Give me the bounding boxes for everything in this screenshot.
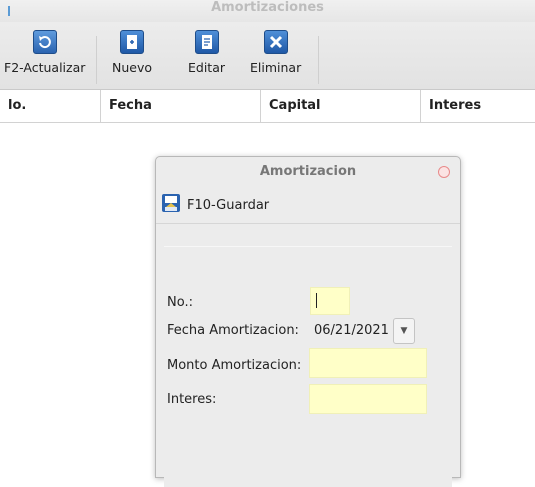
column-header-capital[interactable]: Capital	[261, 90, 421, 122]
new-button[interactable]: Nuevo	[112, 30, 152, 75]
edit-document-icon	[194, 30, 219, 54]
column-header-no[interactable]: lo.	[0, 90, 101, 122]
amount-label: Monto Amortizacion:	[167, 358, 302, 373]
main-toolbar: F2-Actualizar Nuevo Editar Eliminar	[0, 22, 535, 90]
column-header-date[interactable]: Fecha	[101, 90, 261, 122]
refresh-button[interactable]: F2-Actualizar	[4, 30, 85, 75]
toolbar-separator	[96, 36, 97, 84]
delete-button-label: Eliminar	[250, 60, 302, 75]
save-button[interactable]: F10-Guardar	[161, 193, 269, 217]
dialog-title: Amortizacion	[259, 164, 357, 179]
delete-icon	[263, 30, 288, 54]
amortization-dialog: Amortizacion F10-Guardar No.: Fecha Amor…	[155, 156, 461, 487]
no-label: No.:	[167, 295, 193, 310]
window-title-bar: Amortizaciones	[0, 0, 535, 22]
dialog-form: No.: Fecha Amortizacion: 06/21/2021 ▼ Mo…	[164, 246, 452, 487]
delete-button[interactable]: Eliminar	[250, 30, 301, 75]
interest-input[interactable]	[309, 384, 427, 414]
refresh-button-label: F2-Actualizar	[4, 60, 86, 75]
date-value: 06/21/2021	[314, 323, 389, 338]
close-icon[interactable]	[438, 166, 450, 178]
save-icon	[161, 193, 181, 217]
dialog-toolbar: F10-Guardar	[156, 187, 460, 224]
interest-label: Interes:	[167, 392, 217, 407]
refresh-icon	[32, 30, 57, 54]
amount-input[interactable]	[309, 348, 427, 378]
new-document-icon	[120, 30, 144, 54]
save-button-label: F10-Guardar	[187, 197, 270, 213]
toolbar-separator	[318, 36, 319, 84]
edit-button-label: Editar	[188, 60, 226, 75]
chevron-down-icon[interactable]: ▼	[392, 317, 415, 344]
edit-button[interactable]: Editar	[188, 30, 225, 75]
no-input[interactable]	[310, 287, 350, 315]
text-cursor	[316, 293, 317, 308]
window-title: Amortizaciones	[211, 0, 324, 15]
date-label: Fecha Amortizacion:	[167, 323, 299, 338]
title-bar-edge	[8, 6, 10, 16]
grid-header: lo. Fecha Capital Interes	[0, 90, 535, 123]
dialog-title-bar: Amortizacion	[156, 157, 460, 187]
date-picker[interactable]: 06/21/2021 ▼	[310, 316, 416, 345]
column-header-interest[interactable]: Interes	[421, 90, 535, 122]
new-button-label: Nuevo	[112, 60, 153, 75]
